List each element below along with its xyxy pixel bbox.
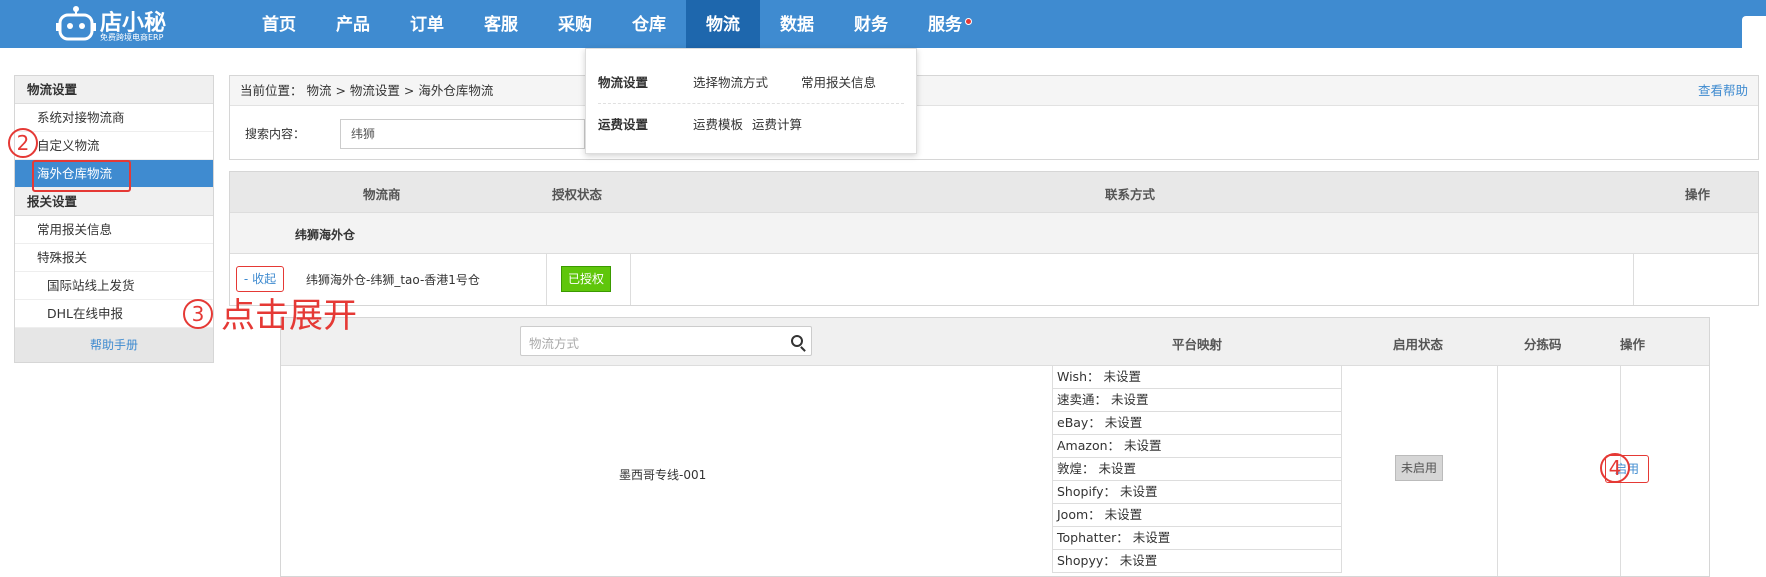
select-shipping-method-link[interactable]: 选择物流方式 [693,73,768,93]
subtable-body: 墨西哥专线-001 Wish： 未设置 速卖通： 未设置 eBay： 未设置 A… [281,366,1709,576]
sidebar-item-customs-info[interactable]: 常用报关信息 [15,216,213,244]
platform-item: Joom： 未设置 [1053,504,1341,527]
col-carrier: 物流商 [363,187,401,202]
view-help-link[interactable]: 查看帮助 [1698,76,1748,106]
sidebar-item-custom-logistics[interactable]: 自定义物流 [15,132,213,160]
logo-subtitle: 免费跨境电商ERP [100,33,164,42]
platform-item: 敦煌： 未设置 [1053,458,1341,481]
search-input[interactable]: 纬狮 [340,119,585,149]
user-avatar-icon[interactable] [1742,16,1766,48]
platform-item: Amazon： 未设置 [1053,435,1341,458]
nav-warehouse[interactable]: 仓库 [612,0,686,48]
nav-logistics[interactable]: 物流 [686,0,760,48]
step-3-caption: 点击展开 [221,296,357,336]
freight-template-link[interactable]: 运费模板 [693,115,743,135]
col-platform-mapping: 平台映射 [1172,337,1223,352]
search-panel: 当前位置： 物流 > 物流设置 > 海外仓库物流 查看帮助 搜索内容： 纬狮 [229,75,1759,160]
col-sort-code: 分拣码 [1524,337,1562,352]
sidebar-item-intl-shipping[interactable]: 国际站线上发货 [15,272,213,300]
nav-label: 数据 [780,15,814,35]
platform-mapping-list: Wish： 未设置 速卖通： 未设置 eBay： 未设置 Amazon： 未设置… [1052,366,1342,573]
nav-label: 物流 [706,15,740,35]
group-row: 纬狮海外仓 [230,212,1758,253]
main-nav: 首页 产品 订单 客服 采购 仓库 物流 数据 财务 服务 [242,0,982,48]
table-header: 物流商 授权状态 联系方式 操作 [230,172,1758,212]
nav-label: 采购 [558,15,592,35]
nav-data[interactable]: 数据 [760,0,834,48]
col-contact: 联系方式 [1105,187,1156,202]
warehouse-name: 纬狮海外仓-纬狮_tao-香港1号仓 [306,273,480,287]
step-4-marker: 4 [1600,453,1630,483]
freight-calc-link[interactable]: 运费计算 [752,115,802,135]
column-divider [630,254,631,305]
dropdown-group-label: 物流设置 [598,75,649,90]
nav-label: 首页 [262,15,296,35]
platform-item: Tophatter： 未设置 [1053,527,1341,550]
collapse-button[interactable]: - 收起 [236,266,284,292]
table-row: - 收起 纬狮海外仓-纬狮_tao-香港1号仓 已授权 [230,253,1758,305]
subtable-header: 物流方式 平台映射 启用状态 分拣码 操作 [281,318,1709,366]
group-title: 纬狮海外仓 [295,228,356,242]
col-actions: 操作 [1685,187,1711,202]
search-icon[interactable] [791,335,803,347]
authorized-badge: 已授权 [561,266,611,292]
carrier-table: 物流商 授权状态 联系方式 操作 纬狮海外仓 - 收起 纬狮海外仓-纬狮_tao… [229,171,1759,306]
col-operation: 操作 [1620,337,1646,352]
dropdown-group-freight: 运费设置 运费模板 运费计算 [598,115,898,135]
nav-service[interactable]: 客服 [464,0,538,48]
col-enable-status: 启用状态 [1393,337,1444,352]
dropdown-group-logistics: 物流设置 选择物流方式 常用报关信息 [598,73,898,93]
sidebar-item-system-carriers[interactable]: 系统对接物流商 [15,104,213,132]
logistics-dropdown-menu: 物流设置 选择物流方式 常用报关信息 运费设置 运费模板 运费计算 [585,48,917,154]
nav-purchase[interactable]: 采购 [538,0,612,48]
search-label: 搜索内容： [245,127,306,141]
top-nav-bar: 店小秘 免费跨境电商ERP 首页 产品 订单 客服 采购 仓库 物流 数据 财务… [0,0,1766,48]
app-logo[interactable]: 店小秘 免费跨境电商ERP [56,4,166,44]
shipping-methods-table: 物流方式 平台映射 启用状态 分拣码 操作 墨西哥专线-001 Wish： 未设… [280,317,1710,577]
nav-services[interactable]: 服务 [908,0,982,48]
robot-logo-icon [56,6,96,41]
nav-orders[interactable]: 订单 [390,0,464,48]
platform-item: Shopyy： 未设置 [1053,550,1341,573]
nav-home[interactable]: 首页 [242,0,316,48]
nav-products[interactable]: 产品 [316,0,390,48]
platform-item: Wish： 未设置 [1053,366,1341,389]
nav-label: 财务 [854,15,888,35]
column-divider [1633,254,1634,305]
platform-item: eBay： 未设置 [1053,412,1341,435]
notification-dot-icon [965,18,972,25]
column-divider [1497,366,1498,576]
status-badge: 未启用 [1395,455,1443,481]
nav-label: 产品 [336,15,370,35]
dropdown-group-label: 运费设置 [598,117,649,132]
column-divider [546,254,547,305]
customs-info-link[interactable]: 常用报关信息 [801,73,876,93]
col-auth-status: 授权状态 [552,187,603,202]
help-manual-link[interactable]: 帮助手册 [15,328,213,362]
shipping-method-search[interactable]: 物流方式 [520,326,812,356]
breadcrumb: 当前位置： 物流 > 物流设置 > 海外仓库物流 查看帮助 [230,76,1758,106]
nav-finance[interactable]: 财务 [834,0,908,48]
step-3-marker: 3 [183,299,213,329]
search-placeholder: 物流方式 [529,336,580,351]
nav-label: 仓库 [632,15,666,35]
nav-label: 客服 [484,15,518,35]
shipping-method-name: 墨西哥专线-001 [619,468,707,482]
platform-item: 速卖通： 未设置 [1053,389,1341,412]
step-2-marker: 2 [8,128,38,158]
platform-item: Shopify： 未设置 [1053,481,1341,504]
sidebar-head-customs: 报关设置 [15,188,213,216]
breadcrumb-text: 当前位置： 物流 > 物流设置 > 海外仓库物流 [240,83,494,98]
sidebar-head-logistics: 物流设置 [15,76,213,104]
nav-label: 订单 [410,15,444,35]
sidebar-item-special-customs[interactable]: 特殊报关 [15,244,213,272]
highlight-box [32,160,131,192]
dropdown-divider [598,103,904,104]
